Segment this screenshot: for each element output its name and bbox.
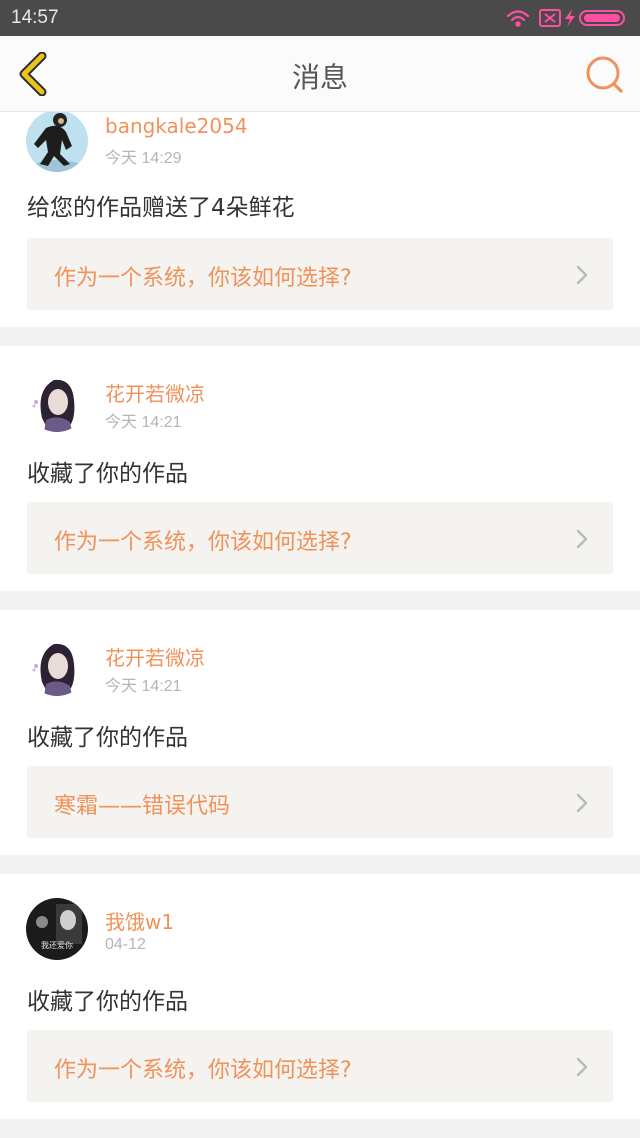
sim-blocked-icon — [539, 9, 561, 27]
message-action-text: 收藏了你的作品 — [27, 461, 188, 487]
page-title: 消息 — [291, 61, 348, 94]
message-card: 我还爱你 我饿w1 04-12 收藏了你的作品 作为一个系统，你该如何选择? — [0, 874, 640, 1119]
work-link[interactable]: 寒霜——错误代码 — [27, 766, 613, 838]
message-list[interactable]: bangkale2054 今天 14:29 给您的作品赠送了4朵鲜花 作为一个系… — [0, 112, 640, 1138]
username[interactable]: 我饿w1 — [105, 906, 174, 935]
message-card: 花开若微凉 今天 14:21 收藏了你的作品 作为一个系统，你该如何选择? — [0, 346, 640, 591]
chevron-right-icon — [576, 1057, 588, 1077]
wifi-icon — [506, 10, 530, 27]
avatar-caption: 我还爱你 — [41, 940, 73, 950]
message-action-text: 收藏了你的作品 — [27, 725, 188, 751]
avatar[interactable] — [26, 112, 88, 172]
work-title: 作为一个系统，你该如何选择? — [54, 266, 352, 291]
work-link[interactable]: 作为一个系统，你该如何选择? — [27, 238, 613, 310]
avatar[interactable]: 我还爱你 — [26, 898, 88, 960]
chevron-right-icon — [576, 529, 588, 549]
message-time: 今天 14:21 — [105, 414, 182, 431]
search-icon[interactable] — [584, 54, 626, 96]
message-time: 今天 14:29 — [105, 150, 182, 167]
message-card: bangkale2054 今天 14:29 给您的作品赠送了4朵鲜花 作为一个系… — [0, 112, 640, 327]
work-link[interactable]: 作为一个系统，你该如何选择? — [27, 1030, 613, 1102]
top-nav-bar: 消息 — [0, 36, 640, 112]
username[interactable]: 花开若微凉 — [105, 378, 205, 407]
battery-icon — [579, 10, 625, 26]
work-title: 寒霜——错误代码 — [54, 794, 231, 819]
chevron-right-icon — [576, 793, 588, 813]
username[interactable]: bangkale2054 — [105, 114, 248, 138]
status-time: 14:57 — [11, 7, 59, 28]
username[interactable]: 花开若微凉 — [105, 642, 205, 671]
avatar[interactable] — [26, 634, 88, 696]
chevron-right-icon — [576, 265, 588, 285]
message-card: 花开若微凉 今天 14:21 收藏了你的作品 寒霜——错误代码 — [0, 610, 640, 855]
charging-icon — [565, 9, 575, 27]
message-action-text: 给您的作品赠送了4朵鲜花 — [27, 195, 295, 221]
work-title: 作为一个系统，你该如何选择? — [54, 1058, 352, 1083]
status-bar: 14:57 — [0, 0, 640, 36]
message-action-text: 收藏了你的作品 — [27, 989, 188, 1015]
status-icons — [506, 9, 625, 27]
avatar[interactable] — [26, 370, 88, 432]
work-link[interactable]: 作为一个系统，你该如何选择? — [27, 502, 613, 574]
message-time: 今天 14:21 — [105, 678, 182, 695]
message-time: 04-12 — [105, 936, 146, 953]
work-title: 作为一个系统，你该如何选择? — [54, 530, 352, 555]
